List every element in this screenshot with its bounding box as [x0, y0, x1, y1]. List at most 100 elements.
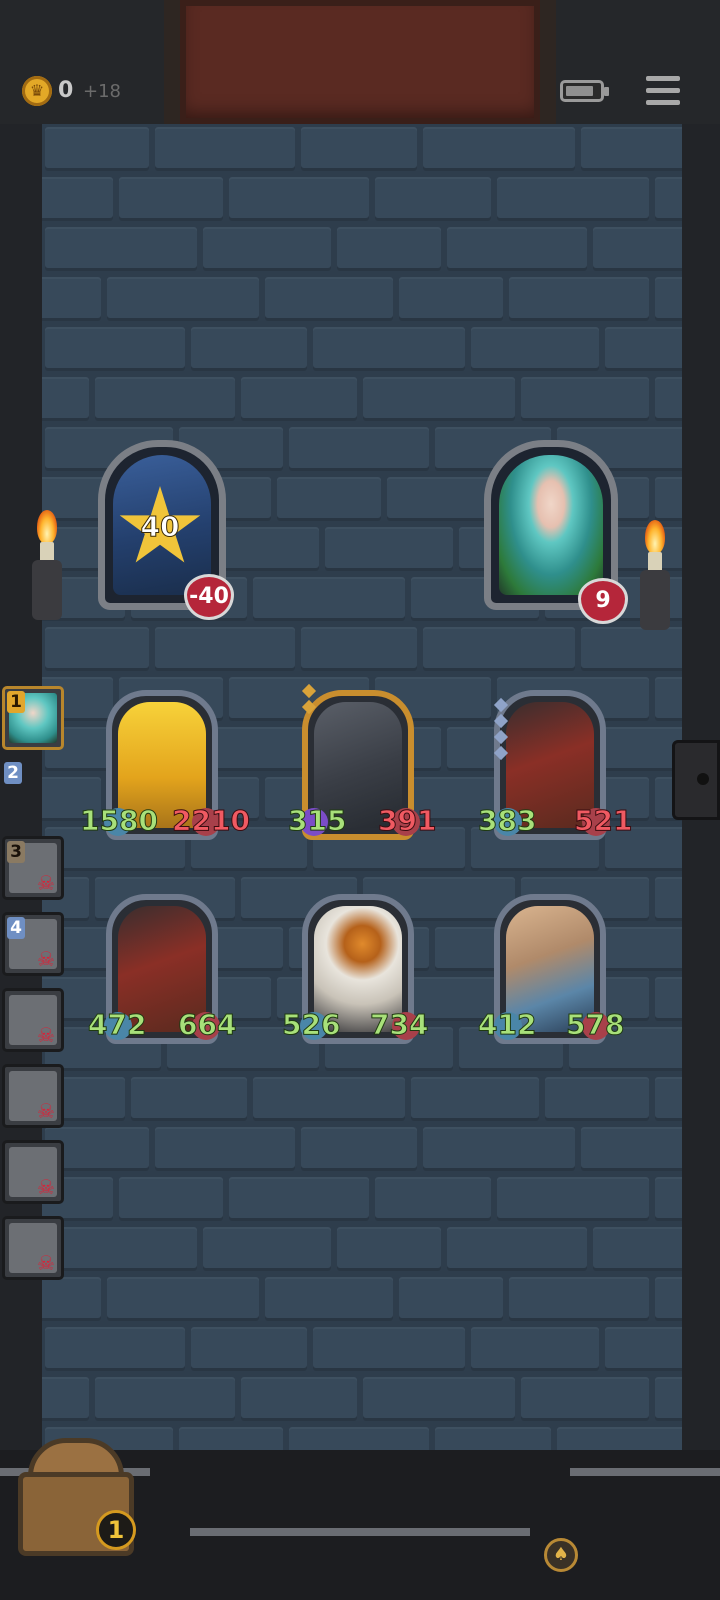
brick	[325, 527, 453, 571]
brick	[471, 327, 599, 371]
brick-row	[42, 324, 682, 374]
queue-number-3: 3	[7, 841, 25, 863]
flame-icon	[645, 520, 665, 554]
brick	[509, 277, 649, 321]
brick	[655, 1277, 682, 1321]
queue-slot-defeated[interactable]: ☠	[2, 988, 64, 1052]
unit-health: 578	[565, 1008, 625, 1041]
menu-icon-line	[646, 100, 680, 105]
brick	[301, 127, 417, 171]
brick	[581, 127, 682, 171]
brick	[45, 1227, 197, 1271]
brick	[423, 1127, 575, 1171]
unit-attack: 1580	[80, 804, 159, 837]
bell-icon[interactable]: ♠	[544, 1538, 578, 1572]
menu-icon	[646, 76, 680, 81]
enemy-health-badge: 9	[578, 578, 628, 624]
unit-health: 391	[377, 804, 437, 837]
brick-row	[42, 374, 682, 424]
brick	[655, 277, 682, 321]
brick	[229, 1177, 369, 1221]
brick	[119, 177, 223, 221]
brick	[42, 1377, 89, 1421]
brick	[119, 1177, 223, 1221]
brick	[107, 1277, 259, 1321]
fairy-art	[499, 455, 603, 595]
brick	[45, 127, 149, 171]
brick	[107, 277, 259, 321]
brick-row	[42, 1124, 682, 1174]
queue-slot-defeated[interactable]: ☠	[2, 1140, 64, 1204]
unit-health: 521	[573, 804, 633, 837]
brick	[447, 1227, 587, 1271]
brick	[95, 377, 235, 421]
top-bar: ♛ 0 +18	[0, 0, 720, 124]
torch-right	[620, 510, 690, 650]
brick	[655, 677, 682, 721]
dungeon-door	[180, 0, 540, 124]
brick	[131, 1077, 247, 1121]
brick	[655, 377, 682, 421]
brick	[581, 1127, 682, 1171]
queue-slot-defeated[interactable]: ☠	[2, 1216, 64, 1280]
brick	[277, 477, 381, 521]
brick	[423, 127, 575, 171]
side-drawer-handle[interactable]	[672, 740, 720, 820]
brick	[471, 1327, 599, 1371]
brick	[253, 1077, 405, 1121]
brick	[155, 1127, 295, 1171]
torch-holder	[640, 570, 670, 630]
skull-icon: ☠	[37, 1023, 55, 1047]
player-health: -40	[189, 584, 229, 609]
player-health-badge: -40	[184, 574, 234, 620]
brick-row	[42, 1174, 682, 1224]
menu-icon-line	[646, 88, 680, 93]
brick	[605, 327, 682, 371]
brick-row	[42, 124, 682, 174]
brick	[497, 177, 649, 221]
brick-row	[42, 1374, 682, 1424]
door-frame-right	[540, 0, 556, 124]
queue-number-2: 2	[4, 762, 22, 784]
player-level: 40	[140, 510, 180, 544]
gold-counter: 0 +18	[58, 78, 121, 103]
brick	[593, 1227, 682, 1271]
torch-holder	[32, 560, 62, 620]
queue-number-4: 4	[7, 917, 25, 939]
brick-row	[42, 1274, 682, 1324]
brick	[45, 227, 197, 271]
flame-icon	[37, 510, 57, 544]
queue-slot-active[interactable]: 1	[2, 686, 64, 750]
brick	[655, 177, 682, 221]
floor-ledge	[570, 1468, 720, 1476]
skull-icon: ☠	[37, 1175, 55, 1199]
brick	[411, 1077, 539, 1121]
brick-row	[42, 1074, 682, 1124]
unit-health: 2210	[172, 804, 251, 837]
queue-slot-defeated[interactable]: ☠	[2, 1064, 64, 1128]
unit-attack: 383	[477, 804, 537, 837]
crown-coin-icon: ♛	[22, 76, 52, 106]
game-screen: ♛ 0 +18 40 -40 9 1 2 3 ☠ 4 ☠ ☠ ☠ ☠ ☠ 158…	[0, 0, 720, 1600]
skull-icon: ☠	[37, 947, 55, 971]
brick	[363, 1377, 515, 1421]
menu-button[interactable]	[646, 76, 680, 106]
brick-row	[42, 224, 682, 274]
brick	[509, 1277, 649, 1321]
brick	[423, 627, 575, 671]
floor-ledge	[190, 1528, 530, 1536]
brick	[655, 877, 682, 921]
brick	[155, 627, 295, 671]
treasure-chest-button[interactable]: 1	[10, 1432, 142, 1560]
unit-attack: 315	[287, 804, 347, 837]
queue-number-1: 1	[7, 691, 25, 713]
door-frame-left	[164, 0, 180, 124]
brick	[545, 1077, 649, 1121]
queue-slot-defeated[interactable]: 4 ☠	[2, 912, 64, 976]
queue-slot-defeated[interactable]: 3 ☠	[2, 836, 64, 900]
brick	[363, 377, 515, 421]
unit-health: 734	[369, 1008, 429, 1041]
brick	[313, 327, 465, 371]
brick	[447, 227, 587, 271]
brick	[497, 1177, 649, 1221]
